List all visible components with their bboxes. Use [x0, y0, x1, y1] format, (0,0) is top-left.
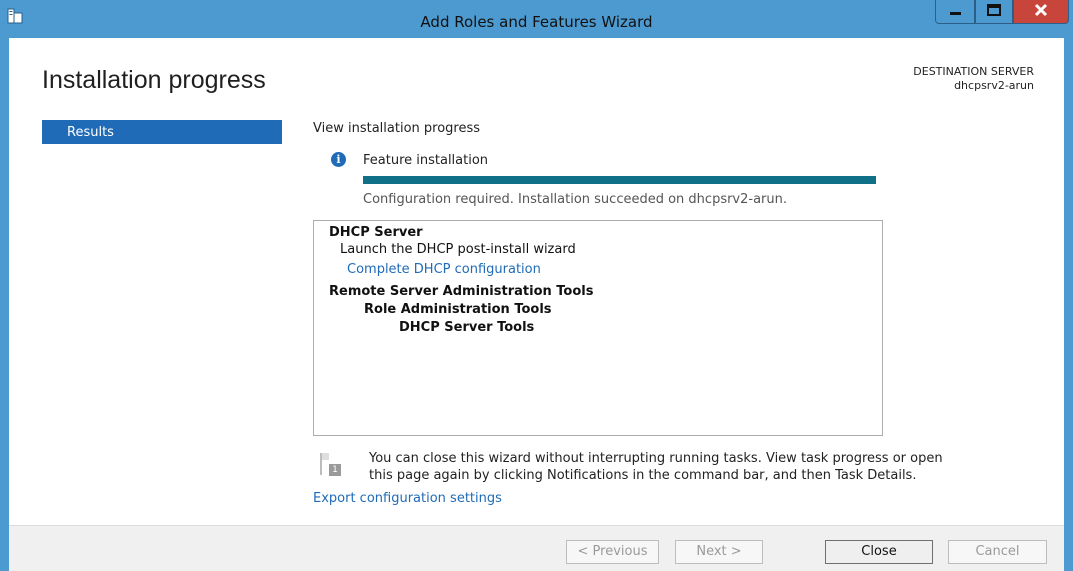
wizard-footer: < Previous Next > Close Cancel: [9, 525, 1064, 571]
window-title: Add Roles and Features Wizard: [420, 13, 653, 31]
status-text: Configuration required. Installation suc…: [363, 192, 788, 207]
progress-bar: [363, 176, 876, 184]
export-configuration-link[interactable]: Export configuration settings: [313, 491, 502, 506]
minimize-button[interactable]: [935, 0, 975, 24]
close-icon: [1034, 3, 1048, 17]
previous-button[interactable]: < Previous: [566, 540, 659, 564]
note-line-2: this page again by clicking Notification…: [369, 468, 917, 483]
next-button[interactable]: Next >: [675, 540, 763, 564]
title-bar[interactable]: Add Roles and Features Wizard: [0, 0, 1073, 38]
sidebar-item-label: Results: [67, 125, 114, 140]
result-launch-wizard: Launch the DHCP post-install wizard: [340, 242, 576, 257]
note-line-1: You can close this wizard without interr…: [369, 451, 943, 466]
destination-server-name: dhcpsrv2-arun: [954, 79, 1034, 92]
complete-dhcp-configuration-link[interactable]: Complete DHCP configuration: [347, 262, 541, 277]
progress-fill: [363, 176, 876, 184]
cancel-button[interactable]: Cancel: [948, 540, 1047, 564]
close-button[interactable]: Close: [825, 540, 933, 564]
results-list: DHCP Server Launch the DHCP post-install…: [313, 220, 883, 436]
section-title: View installation progress: [313, 121, 481, 136]
result-dhcp-server-tools: DHCP Server Tools: [399, 320, 535, 335]
close-window-button[interactable]: [1013, 0, 1069, 24]
wizard-window: Add Roles and Features Wizard Installati…: [0, 0, 1073, 571]
destination-server-label: DESTINATION SERVER: [913, 65, 1034, 78]
wizard-content: Installation progress DESTINATION SERVER…: [9, 38, 1064, 525]
minimize-icon: [950, 12, 961, 15]
feature-installation-label: Feature installation: [363, 153, 489, 168]
maximize-button[interactable]: [975, 0, 1013, 24]
result-rsat: Remote Server Administration Tools: [329, 284, 594, 299]
page-title: Installation progress: [42, 66, 266, 94]
note-text: You can close this wizard without interr…: [369, 450, 1049, 484]
maximize-icon: [987, 4, 1001, 16]
sidebar-item-results[interactable]: Results: [42, 120, 282, 144]
info-icon: i: [331, 152, 346, 167]
result-role-admin-tools: Role Administration Tools: [364, 302, 552, 317]
notification-count: 1: [332, 465, 338, 475]
result-dhcp-server: DHCP Server: [329, 225, 423, 240]
